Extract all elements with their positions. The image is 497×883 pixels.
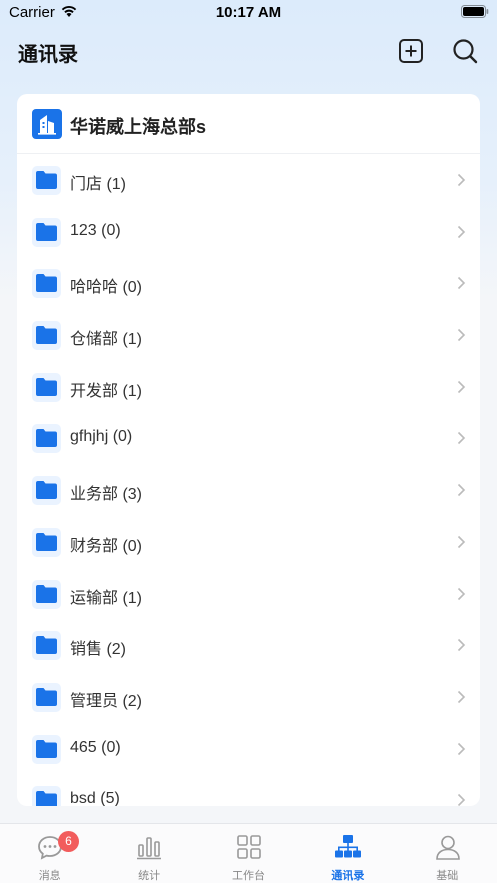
chevron-right-icon: [457, 277, 466, 290]
org-name: 华诺威上海总部s: [70, 117, 207, 137]
status-bar: Carrier 10:17 AM: [0, 0, 497, 26]
tab-label: 统计: [138, 870, 161, 882]
list-item-label: 开发部 (1): [70, 382, 143, 400]
search-button[interactable]: [451, 37, 479, 65]
chevron-right-icon: [457, 690, 466, 703]
person-icon: [435, 835, 460, 860]
chevron-right-icon: [457, 432, 466, 445]
chevron-right-icon: [457, 794, 466, 806]
list-item[interactable]: 运输部 (1): [17, 568, 480, 620]
folder-icon: [32, 424, 61, 454]
list-item-label: 123 (0): [70, 221, 121, 239]
list-item[interactable]: 销售 (2): [17, 619, 480, 671]
tab-statistics[interactable]: 统计: [99, 824, 198, 883]
list-item-label: 哈哈哈 (0): [70, 279, 143, 297]
tab-contacts[interactable]: 通讯录: [298, 824, 397, 883]
list-item[interactable]: 管理员 (2): [17, 671, 480, 723]
list-item[interactable]: 门店 (1): [17, 154, 480, 206]
chart-icon: [137, 837, 162, 860]
list-item[interactable]: bsd (5): [17, 774, 480, 806]
tab-label: 通讯录: [331, 870, 365, 882]
list-item-label: 管理员 (2): [70, 692, 143, 710]
building-icon: [32, 109, 62, 139]
list-item-label: 465 (0): [70, 738, 121, 756]
add-button[interactable]: [397, 37, 425, 65]
list-item-label: bsd (5): [70, 790, 120, 806]
list-item-label: 财务部 (0): [70, 537, 143, 555]
folder-icon: [32, 476, 61, 506]
chevron-right-icon: [457, 173, 466, 187]
chevron-right-icon: [457, 328, 466, 342]
list-item[interactable]: 465 (0): [17, 723, 480, 775]
folder-icon: [32, 579, 61, 609]
folder-icon: [32, 631, 61, 661]
chevron-right-icon: [457, 535, 466, 548]
chevron-right-icon: [457, 587, 466, 600]
tab-messages[interactable]: 6 消息: [0, 824, 99, 883]
list-item[interactable]: 仓储部 (1): [17, 309, 480, 361]
folder-icon: [32, 527, 61, 557]
list-item[interactable]: 哈哈哈 (0): [17, 257, 480, 309]
list-item-label: gfhjhj (0): [70, 428, 133, 446]
list-item[interactable]: 业务部 (3): [17, 464, 480, 516]
list-item-label: 销售 (2): [70, 641, 127, 659]
org-header[interactable]: 华诺威上海总部s: [17, 94, 480, 154]
chevron-right-icon: [457, 380, 466, 393]
tab-label: 基础: [436, 870, 459, 882]
plus-square-icon: [399, 39, 423, 63]
chevron-right-icon: [457, 742, 466, 755]
search-icon: [453, 39, 478, 64]
tab-label: 消息: [38, 870, 61, 882]
list-item-label: 业务部 (3): [70, 486, 143, 504]
status-time: 10:17 AM: [215, 4, 282, 21]
folder-icon: [32, 786, 61, 806]
folder-icon: [32, 166, 61, 195]
department-list: 门店 (1) 123 (0) 哈哈哈 (0) 仓储部 (1) 开发部 (1) g…: [17, 154, 480, 806]
tab-basics[interactable]: 基础: [398, 824, 497, 883]
org-chart-icon: [335, 835, 362, 858]
folder-icon: [32, 217, 61, 247]
list-item-label: 运输部 (1): [70, 589, 143, 607]
list-item[interactable]: 123 (0): [17, 206, 480, 258]
list-item-label: 仓储部 (1): [70, 331, 143, 349]
unread-badge: 6: [58, 831, 79, 852]
chevron-right-icon: [457, 639, 466, 652]
folder-icon: [32, 734, 61, 764]
folder-icon: [32, 682, 61, 712]
nav-header: 通讯录: [0, 26, 497, 78]
folder-icon: [32, 372, 61, 402]
org-card: 华诺威上海总部s 门店 (1) 123 (0) 哈哈哈 (0) 仓储部 (1) …: [17, 94, 480, 806]
tab-workbench[interactable]: 工作台: [199, 824, 298, 883]
battery-icon: [461, 5, 489, 22]
list-item-label: 门店 (1): [70, 176, 127, 193]
chevron-right-icon: [457, 225, 466, 238]
list-item[interactable]: 财务部 (0): [17, 516, 480, 568]
folder-icon: [32, 269, 61, 299]
list-item[interactable]: 开发部 (1): [17, 361, 480, 413]
folder-icon: [32, 321, 61, 351]
tab-label: 工作台: [231, 870, 265, 882]
list-item[interactable]: gfhjhj (0): [17, 412, 480, 464]
chevron-right-icon: [457, 484, 466, 497]
page-title: 通讯录: [18, 44, 78, 66]
grid-icon: [236, 835, 261, 859]
tab-bar: 6 消息 统计 工作台 通讯录 基础: [0, 823, 497, 883]
